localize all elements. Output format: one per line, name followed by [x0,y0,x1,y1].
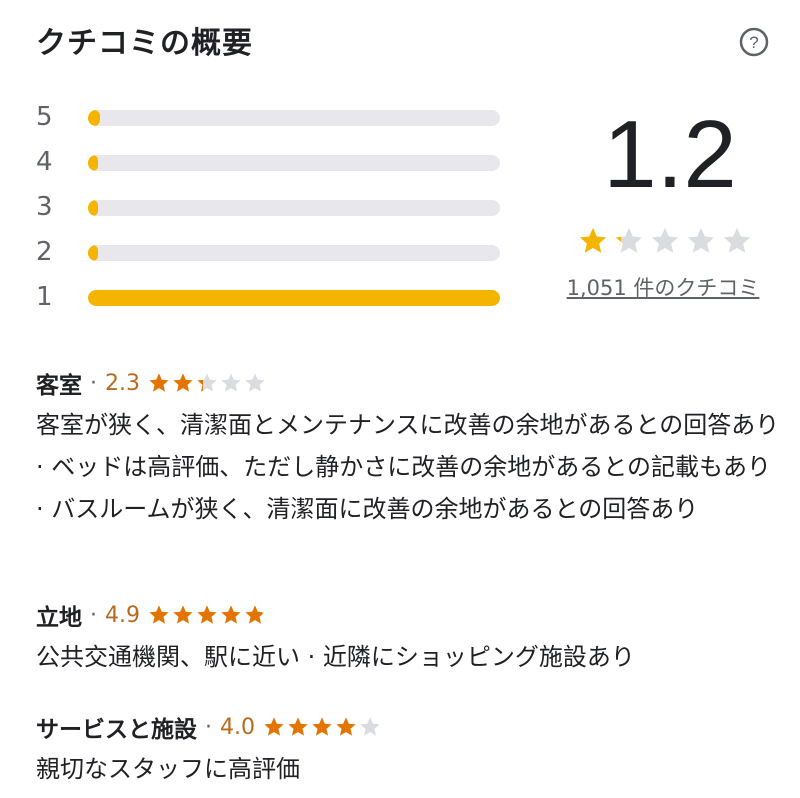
category-star-rating [148,604,266,626]
category-section-location: 立地 · 4.9 公共交通機関、駅に近い · 近隣にショッピング施設あり [36,598,786,678]
star-icon [245,373,265,392]
category-summary: 親切なスタッフに高評価 [36,755,300,783]
histogram-label: 5 [36,102,53,132]
star-icon [221,605,241,624]
star-icon [288,717,308,736]
histogram-fill [88,155,99,171]
star-icon [579,227,607,253]
star-rating-svg [149,605,265,624]
star-icon [264,717,284,736]
histogram-fill [88,245,98,261]
star-icon [651,227,679,253]
histogram-track [88,155,500,171]
category-section-room: 客室 · 2.3 客室が狭く、清潔面とメンテナンスに改善の余地があるとの回答あり… [36,366,786,530]
category-title: サービスと施設 [36,717,197,743]
star-icon [197,373,217,392]
histogram-label: 3 [36,192,53,222]
category-summary: 公共交通機関、駅に近い · 近隣にショッピング施設あり [36,643,635,671]
star-icon [245,605,265,624]
category-summary: 客室が狭く、清潔面とメンテナンスに改善の余地があるとの回答あり · ベッドは高評… [36,411,780,523]
histogram-row-3[interactable]: 3 [36,190,506,230]
help-icon[interactable]: ? [738,26,770,58]
star-icon [221,373,241,392]
star-icon [336,717,356,736]
star-rating-svg [579,227,751,253]
histogram-row-2[interactable]: 2 [36,235,506,275]
category-title: 客室 [36,373,82,399]
histogram-track [88,245,500,261]
histogram-track [88,200,500,216]
histogram-row-4[interactable]: 4 [36,145,506,185]
star-icon [197,605,217,624]
page-title: クチコミの概要 [36,26,253,61]
star-icon [360,717,380,736]
star-rating-svg [149,373,265,392]
histogram-fill [88,290,500,306]
category-score: 4.9 [105,602,140,628]
histogram-fill [88,110,101,126]
separator-dot: · [90,370,97,396]
star-icon [615,227,643,253]
histogram-label: 2 [36,237,53,267]
category-score: 4.0 [220,714,255,740]
category-header: サービスと施設 · 4.0 [36,710,786,744]
category-score: 2.3 [105,370,140,396]
category-header: 客室 · 2.3 [36,366,786,400]
histogram-label: 1 [36,282,53,312]
separator-dot: · [90,602,97,628]
overall-score: 1.2 [603,101,737,208]
category-title: 立地 [36,605,82,631]
review-count-link[interactable]: 1,051 件のクチコミ [548,272,778,302]
star-icon [173,373,193,392]
star-icon [312,717,332,736]
category-star-rating [263,716,381,738]
star-icon [149,605,169,624]
histogram-track [88,290,500,306]
histogram-row-5[interactable]: 5 [36,100,506,140]
category-section-service: サービスと施設 · 4.0 親切なスタッフに高評価 [36,710,786,790]
star-rating-svg [264,717,380,736]
overall-star-rating [578,226,758,266]
star-icon [149,373,169,392]
star-icon [723,227,751,253]
histogram-fill [88,200,98,216]
histogram-label: 4 [36,147,53,177]
svg-text:?: ? [749,33,758,52]
star-icon [687,227,715,253]
separator-dot: · [205,714,212,740]
category-header: 立地 · 4.9 [36,598,786,632]
category-star-rating [148,372,266,394]
histogram-row-1[interactable]: 1 [36,280,506,320]
histogram-track [88,110,500,126]
star-icon [173,605,193,624]
